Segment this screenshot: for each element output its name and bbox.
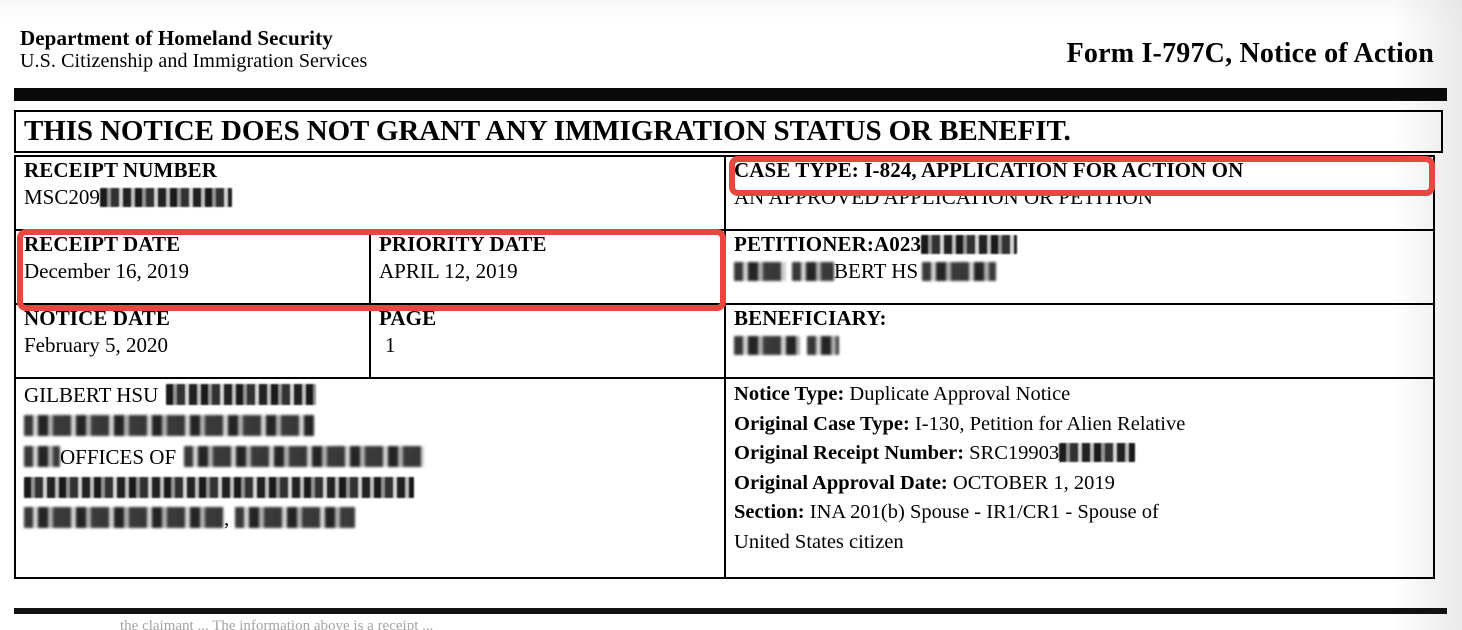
page-label: PAGE xyxy=(379,306,437,330)
address-line-5-redaction-1 xyxy=(24,507,224,529)
case-type-line2: AN APPROVED APPLICATION OR PETITION xyxy=(734,184,1153,209)
petitioner-anumber-redaction xyxy=(921,235,1018,254)
agency-identity: Department of Homeland Security U.S. Cit… xyxy=(20,26,367,74)
cell-receipt-number: RECEIPT NUMBER MSC209 xyxy=(13,155,727,231)
beneficiary-redaction-1 xyxy=(734,335,801,355)
cell-mailing-address: GILBERT HSU OFFICES OF , xyxy=(13,377,727,579)
address-line-3: OFFICES OF xyxy=(24,442,718,473)
original-receipt-number-redaction xyxy=(1059,443,1136,463)
address-line-1: GILBERT HSU xyxy=(24,380,718,411)
form-title: Form I-797C, Notice of Action xyxy=(1066,38,1434,69)
address-line-1-redaction xyxy=(166,384,317,405)
address-line-5-visible-text: , xyxy=(224,506,230,531)
receipt-number-label: RECEIPT NUMBER xyxy=(24,158,217,182)
table-row: RECEIPT DATE December 16, 2019 PRIORITY … xyxy=(14,229,1436,305)
agency-department-name: Department of Homeland Security xyxy=(20,26,333,50)
address-line-4 xyxy=(24,473,718,504)
notice-date-value: February 5, 2020 xyxy=(24,332,169,357)
notice-details-table: RECEIPT NUMBER MSC209 CASE TYPE: I-824, … xyxy=(13,155,1436,579)
cell-petitioner: PETITIONER:A023 BERT HS xyxy=(724,229,1436,305)
beneficiary-value xyxy=(734,332,1427,358)
notice-detail-original-case-type: Original Case Type: I-130, Petition for … xyxy=(734,410,1427,440)
petitioner-name-redaction-2 xyxy=(792,261,835,281)
cell-notice-details: Notice Type: Duplicate Approval Notice O… xyxy=(724,377,1436,579)
original-receipt-number-value: SRC19903 xyxy=(964,442,1060,465)
priority-date-label: PRIORITY DATE xyxy=(379,232,547,256)
page-value: 1 xyxy=(385,332,396,357)
address-line-3-visible-text: OFFICES OF xyxy=(60,444,177,469)
section-value: INA 201(b) Spouse - IR1/CR1 - Spouse of xyxy=(804,501,1159,524)
cell-receipt-date: RECEIPT DATE December 16, 2019 xyxy=(14,229,371,305)
notice-type-label: Notice Type: xyxy=(734,383,845,405)
cell-priority-date: PRIORITY DATE APRIL 12, 2019 xyxy=(368,229,727,305)
petitioner-name-redaction-3 xyxy=(922,261,997,281)
receipt-number-visible-text: MSC209 xyxy=(24,184,100,209)
address-line-3-redaction-2 xyxy=(184,445,425,467)
notice-detail-section: Section: INA 201(b) Spouse - IR1/CR1 - S… xyxy=(734,498,1427,528)
agency-bureau-name: U.S. Citizenship and Immigration Service… xyxy=(20,50,368,73)
header-black-rule xyxy=(14,88,1447,101)
notice-type-value: Duplicate Approval Notice xyxy=(844,383,1071,405)
original-approval-date-value: OCTOBER 1, 2019 xyxy=(947,471,1115,494)
address-line-2 xyxy=(24,411,718,442)
address-line-4-redaction xyxy=(24,476,414,498)
beneficiary-redaction-2 xyxy=(807,335,840,355)
original-approval-date-label: Original Approval Date: xyxy=(734,471,948,494)
table-row: GILBERT HSU OFFICES OF , Notice Type: Du… xyxy=(13,377,1436,579)
original-case-type-value: I-130, Petition for Alien Relative xyxy=(909,412,1186,435)
footer-black-rule xyxy=(14,608,1447,614)
original-case-type-label: Original Case Type: xyxy=(734,412,910,435)
receipt-date-label: RECEIPT DATE xyxy=(24,232,181,256)
address-line-1-visible-text: GILBERT HSU xyxy=(24,383,159,407)
section-label: Section: xyxy=(734,501,805,524)
notice-detail-original-approval-date: Original Approval Date: OCTOBER 1, 2019 xyxy=(734,469,1427,499)
notice-detail-notice-type: Notice Type: Duplicate Approval Notice xyxy=(734,380,1427,410)
address-line-2-redaction xyxy=(24,414,314,436)
cell-case-type: CASE TYPE: I-824, APPLICATION FOR ACTION… xyxy=(724,155,1436,231)
address-line-3-redaction-1 xyxy=(24,445,60,467)
case-type-line1: CASE TYPE: I-824, APPLICATION FOR ACTION… xyxy=(734,158,1244,182)
document-header: Department of Homeland Security U.S. Cit… xyxy=(14,26,1444,82)
receipt-date-value: December 16, 2019 xyxy=(24,258,190,283)
original-receipt-number-label: Original Receipt Number: xyxy=(734,442,965,465)
petitioner-anumber: PETITIONER:A023 xyxy=(734,232,1427,258)
cell-beneficiary: BENEFICIARY: xyxy=(724,303,1436,379)
cell-notice-date: NOTICE DATE February 5, 2020 xyxy=(14,303,371,379)
disclaimer-banner: THIS NOTICE DOES NOT GRANT ANY IMMIGRATI… xyxy=(14,110,1443,153)
priority-date-value: APRIL 12, 2019 xyxy=(379,258,518,283)
petitioner-name: BERT HS xyxy=(734,258,1427,284)
petitioner-name-visible-text: BERT HS xyxy=(834,258,919,283)
footer-cutoff-text: the claimant ... The information above i… xyxy=(120,618,434,630)
petitioner-anumber-visible-text: PETITIONER:A023 xyxy=(734,232,922,256)
table-row: NOTICE DATE February 5, 2020 PAGE 1 BENE… xyxy=(14,303,1436,379)
address-line-5: , xyxy=(24,503,718,534)
scanned-page: Department of Homeland Security U.S. Cit… xyxy=(0,0,1462,630)
receipt-number-value: MSC209 xyxy=(24,184,718,210)
cell-page: PAGE 1 xyxy=(368,303,727,379)
table-row: RECEIPT NUMBER MSC209 CASE TYPE: I-824, … xyxy=(13,155,1436,231)
petitioner-name-redaction-1 xyxy=(734,261,787,281)
receipt-number-redaction xyxy=(99,187,232,207)
notice-detail-section-continued: United States citizen xyxy=(734,528,1427,558)
beneficiary-label: BENEFICIARY: xyxy=(734,306,887,330)
section-value-continued: United States citizen xyxy=(734,530,904,553)
notice-date-label: NOTICE DATE xyxy=(24,306,170,330)
notice-detail-original-receipt-number: Original Receipt Number: SRC19903 xyxy=(734,439,1427,469)
address-line-5-redaction-2 xyxy=(235,507,356,529)
disclaimer-banner-text: THIS NOTICE DOES NOT GRANT ANY IMMIGRATI… xyxy=(24,115,1071,147)
